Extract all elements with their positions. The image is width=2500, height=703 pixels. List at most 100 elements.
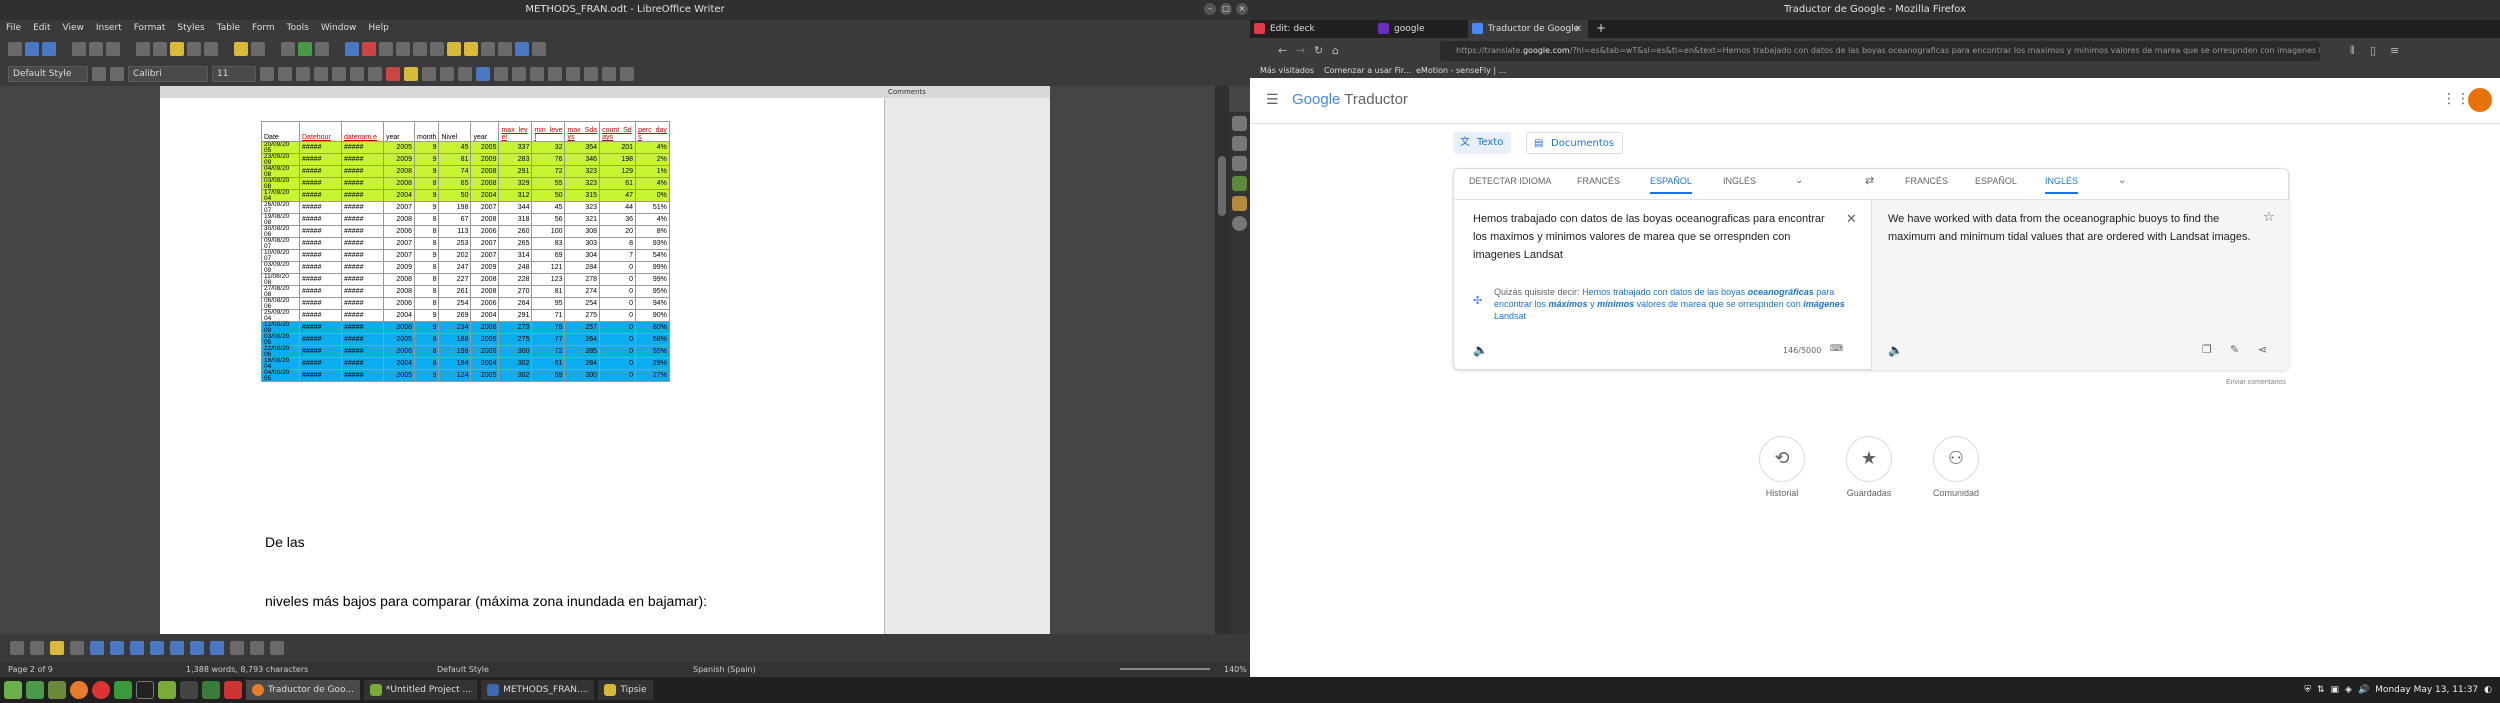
text-language[interactable]: Spanish (Spain) bbox=[693, 662, 756, 677]
select-icon[interactable] bbox=[10, 641, 24, 655]
table-cell[interactable]: 302 bbox=[498, 369, 533, 382]
table-cell[interactable]: 55 bbox=[531, 177, 566, 190]
insert-footnote-icon[interactable] bbox=[447, 42, 461, 56]
table-cell[interactable]: 9 bbox=[413, 201, 440, 214]
numbering-icon[interactable] bbox=[440, 67, 454, 81]
table-cell[interactable]: 300 bbox=[564, 369, 601, 382]
zoom-level[interactable]: 140% bbox=[1224, 662, 1247, 677]
table-row[interactable]: 25/09/20 04 ##### ##### 2004 9 269 2004 291 71 27… bbox=[261, 309, 670, 322]
hamburger-icon[interactable]: ☰ bbox=[1266, 92, 1279, 108]
find-replace-icon[interactable] bbox=[281, 42, 295, 56]
table-cell[interactable]: 2007 bbox=[470, 249, 500, 262]
qgis-launcher-icon[interactable] bbox=[158, 681, 176, 699]
cut-icon[interactable] bbox=[136, 42, 150, 56]
underline-icon[interactable] bbox=[296, 67, 310, 81]
table-cell[interactable]: 247 bbox=[438, 261, 472, 274]
table-cell[interactable]: ##### bbox=[299, 273, 342, 286]
table-cell[interactable]: 20/09/20 05 bbox=[261, 141, 300, 154]
table-cell[interactable]: 2004 bbox=[470, 357, 500, 370]
fontwork-icon[interactable] bbox=[230, 641, 244, 655]
table-cell[interactable]: 2008 bbox=[470, 213, 500, 226]
browser-tab[interactable]: Traductor de Google × bbox=[1468, 20, 1588, 38]
spelling-icon[interactable] bbox=[298, 42, 312, 56]
apps-grid-icon[interactable]: ⋮⋮ bbox=[2442, 91, 2470, 107]
text-mode-button[interactable]: 文 Texto bbox=[1453, 132, 1512, 154]
clock[interactable]: Monday May 13, 11:37 bbox=[2375, 685, 2478, 695]
basic-shapes-icon[interactable] bbox=[515, 42, 529, 56]
table-cell[interactable]: 2005 bbox=[470, 369, 500, 382]
table-cell[interactable]: 2007 bbox=[470, 201, 500, 214]
callout-icon[interactable] bbox=[190, 641, 204, 655]
table-cell[interactable]: 61 bbox=[599, 177, 637, 190]
spreadsheet-launcher-icon[interactable] bbox=[114, 681, 132, 699]
table-row[interactable]: 20/09/20 05 ##### ##### 2005 9 45 2005 337 32 354… bbox=[261, 141, 670, 154]
properties-icon[interactable] bbox=[1232, 116, 1247, 131]
table-cell[interactable]: 285 bbox=[564, 345, 601, 358]
manage-changes-icon[interactable] bbox=[1232, 216, 1247, 231]
arrow-shapes-icon[interactable] bbox=[150, 641, 164, 655]
table-cell[interactable]: 0 bbox=[599, 357, 637, 370]
new-style-icon[interactable] bbox=[110, 67, 124, 81]
insert-hyperlink-icon[interactable] bbox=[430, 42, 444, 56]
table-cell[interactable]: 8 bbox=[413, 261, 440, 274]
table-cell[interactable]: 93% bbox=[635, 237, 670, 250]
table-cell[interactable]: 8 bbox=[413, 297, 440, 310]
line-spacing-icon[interactable] bbox=[548, 67, 562, 81]
table-cell[interactable]: ##### bbox=[299, 165, 342, 178]
table-cell[interactable]: ##### bbox=[341, 249, 384, 262]
redo-icon[interactable] bbox=[251, 42, 265, 56]
table-cell[interactable]: ##### bbox=[341, 237, 384, 250]
stars-icon[interactable] bbox=[210, 641, 224, 655]
table-cell[interactable]: 283 bbox=[498, 153, 533, 166]
table-cell[interactable]: ##### bbox=[299, 357, 342, 370]
library-icon[interactable]: ⫴ bbox=[2350, 44, 2355, 58]
table-cell[interactable]: ##### bbox=[299, 333, 342, 346]
menu-window[interactable]: Window bbox=[315, 20, 363, 36]
table-cell[interactable]: 2007 bbox=[470, 237, 500, 250]
table-cell[interactable]: 269 bbox=[438, 309, 472, 322]
table-cell[interactable]: 321 bbox=[564, 213, 601, 226]
formatting-marks-icon[interactable] bbox=[315, 42, 329, 56]
table-cell[interactable]: 06/08/20 06 bbox=[261, 297, 300, 310]
table-cell[interactable]: 2004 bbox=[470, 189, 500, 202]
table-cell[interactable]: 71 bbox=[531, 309, 566, 322]
maximize-icon[interactable]: □ bbox=[1220, 3, 1232, 15]
font-color-icon[interactable] bbox=[386, 67, 400, 81]
table-cell[interactable]: ##### bbox=[299, 285, 342, 298]
table-cell[interactable]: 2008 bbox=[470, 165, 500, 178]
table-cell[interactable]: 284 bbox=[564, 357, 601, 370]
table-cell[interactable]: ##### bbox=[299, 237, 342, 250]
undo-icon[interactable] bbox=[234, 42, 248, 56]
table-cell[interactable]: 278 bbox=[564, 273, 601, 286]
table-cell[interactable]: 2008 bbox=[470, 177, 500, 190]
save-translation-star-icon[interactable]: ☆ bbox=[2263, 210, 2275, 225]
table-cell[interactable]: 8 bbox=[413, 177, 440, 190]
table-cell[interactable]: 4% bbox=[635, 213, 670, 226]
table-cell[interactable]: 9 bbox=[413, 165, 440, 178]
table-cell[interactable]: 17/09/20 04 bbox=[261, 189, 300, 202]
table-cell[interactable]: 121 bbox=[531, 261, 566, 274]
table-cell[interactable]: ##### bbox=[299, 249, 342, 262]
vertical-scrollbar[interactable] bbox=[1215, 86, 1229, 634]
table-cell[interactable]: 2009 bbox=[470, 261, 500, 274]
table-cell[interactable]: 312 bbox=[498, 189, 533, 202]
table-cell[interactable]: 265 bbox=[498, 237, 533, 250]
sidebar-toggle-icon[interactable]: ▯ bbox=[2370, 44, 2376, 57]
table-row[interactable]: 19/08/20 08 ##### ##### 2008 8 67 2008 318 56 321… bbox=[261, 213, 670, 226]
table-cell[interactable]: 32 bbox=[531, 141, 566, 154]
forward-icon[interactable]: → bbox=[1296, 44, 1305, 57]
menu-table[interactable]: Table bbox=[211, 20, 246, 36]
table-cell[interactable]: 0 bbox=[599, 345, 637, 358]
table-cell[interactable]: 2009 bbox=[383, 261, 415, 274]
shadow-icon[interactable] bbox=[368, 67, 382, 81]
print-icon[interactable] bbox=[89, 42, 103, 56]
table-cell[interactable]: 274 bbox=[564, 285, 601, 298]
table-cell[interactable]: 323 bbox=[564, 177, 601, 190]
table-cell[interactable]: 0 bbox=[599, 369, 637, 382]
table-cell[interactable]: 2004 bbox=[470, 309, 500, 322]
table-cell[interactable]: 36 bbox=[599, 213, 637, 226]
table-cell[interactable]: ##### bbox=[299, 297, 342, 310]
table-cell[interactable]: 2004 bbox=[383, 189, 415, 202]
table-cell[interactable]: 318 bbox=[498, 213, 533, 226]
lang-target-french[interactable]: FRANCÉS bbox=[1905, 176, 1948, 186]
